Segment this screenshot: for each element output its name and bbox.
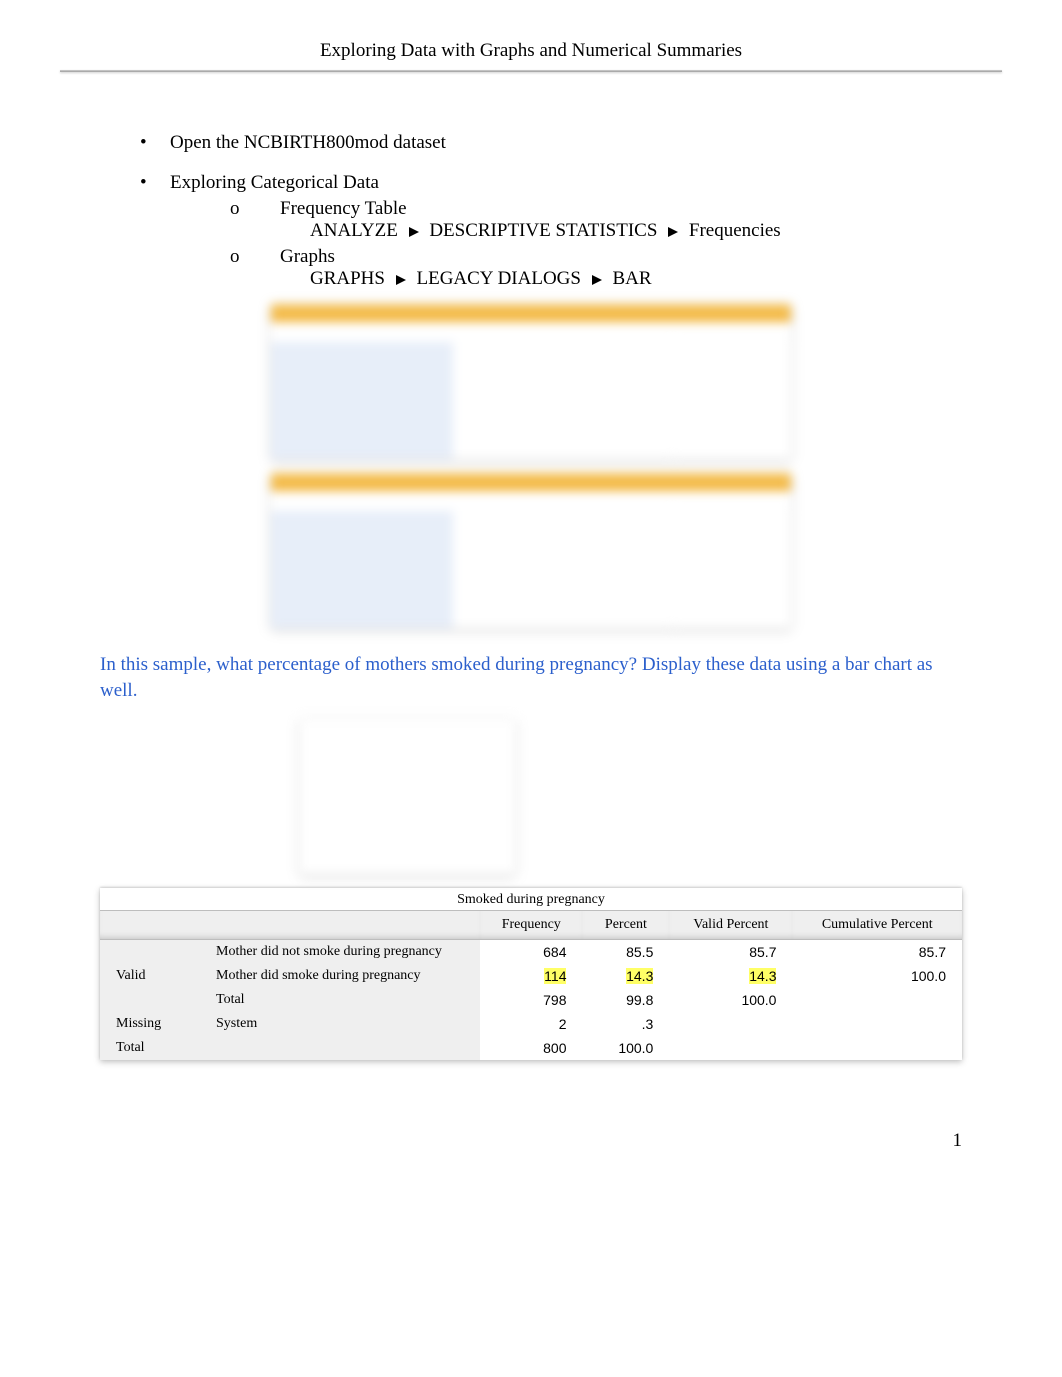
col-blank <box>100 911 480 940</box>
bullet-open-dataset-text: Open the NCBIRTH800mod dataset <box>170 132 446 154</box>
bar-chart-thumbnail <box>300 719 515 874</box>
menu-path-bar: GRAPHS LEGACY DIALOGS BAR <box>310 268 962 290</box>
table-header-row: Frequency Percent Valid Percent Cumulati… <box>100 911 962 940</box>
col-cumulative-percent: Cumulative Percent <box>792 911 962 940</box>
frequency-table: Smoked during pregnancy Frequency Percen… <box>100 888 962 1060</box>
bullet-open-dataset: • Open the NCBIRTH800mod dataset <box>140 132 962 154</box>
page-title: Exploring Data with Graphs and Numerical… <box>0 40 1062 70</box>
page-number: 1 <box>0 1130 962 1152</box>
table-row: Total 798 99.8 100.0 <box>100 988 962 1012</box>
highlighted-value: 14.3 <box>749 968 776 984</box>
arrow-icon <box>409 227 419 237</box>
cell-vpct-highlight: 14.3 <box>669 964 792 988</box>
highlighted-value: 114 <box>544 968 566 984</box>
missing-group-label: Missing <box>100 1012 200 1036</box>
arrow-icon <box>668 227 678 237</box>
cell-freq: 800 <box>480 1036 582 1060</box>
spss-analyze-menu-screenshot <box>271 304 791 459</box>
valid-group-label: Valid <box>100 940 200 1013</box>
bullet-exploring-categorical-text: Exploring Categorical Data <box>170 172 379 194</box>
col-valid-percent: Valid Percent <box>669 911 792 940</box>
table-row: Total 800 100.0 <box>100 1036 962 1060</box>
cat-valid-total: Total <box>200 988 480 1012</box>
cell-vpct: 100.0 <box>669 988 792 1012</box>
subbullet-frequency-table-text: Frequency Table <box>280 198 407 220</box>
cell-freq: 684 <box>480 940 582 965</box>
menu-graphs: GRAPHS <box>310 268 385 289</box>
question-text: In this sample, what percentage of mothe… <box>100 652 962 703</box>
table-row: Mother did smoke during pregnancy 114 14… <box>100 964 962 988</box>
menu-path-frequencies: ANALYZE DESCRIPTIVE STATISTICS Frequenci… <box>310 220 962 242</box>
menu-bar: BAR <box>612 268 651 289</box>
arrow-icon <box>396 275 406 285</box>
col-frequency: Frequency <box>480 911 582 940</box>
subbullet-frequency-table: o Frequency Table <box>230 198 962 220</box>
document-body: • Open the NCBIRTH800mod dataset • Explo… <box>100 132 962 1060</box>
col-percent: Percent <box>582 911 669 940</box>
table-row: Valid Mother did not smoke during pregna… <box>100 940 962 965</box>
frequency-table-title: Smoked during pregnancy <box>100 888 962 910</box>
subbullet-graphs: o Graphs <box>230 246 962 268</box>
cell-pct: 100.0 <box>582 1036 669 1060</box>
highlighted-value: 14.3 <box>626 968 653 984</box>
cell-freq: 798 <box>480 988 582 1012</box>
table-row: Missing System 2 .3 <box>100 1012 962 1036</box>
cell-pct-highlight: 14.3 <box>582 964 669 988</box>
cell-freq-highlight: 114 <box>480 964 582 988</box>
cell-freq: 2 <box>480 1012 582 1036</box>
header-divider <box>60 70 1002 72</box>
cell-pct: 99.8 <box>582 988 669 1012</box>
arrow-icon <box>592 275 602 285</box>
cell-vpct <box>669 1036 792 1060</box>
cell-cpct <box>792 1012 962 1036</box>
total-group-label: Total <box>100 1036 200 1060</box>
menu-legacy-dialogs: LEGACY DIALOGS <box>416 268 580 289</box>
menu-analyze: ANALYZE <box>310 220 398 241</box>
cat-did-smoke: Mother did smoke during pregnancy <box>200 964 480 988</box>
cat-blank <box>200 1036 480 1060</box>
cell-pct: .3 <box>582 1012 669 1036</box>
bullet-dot-icon: • <box>140 132 170 154</box>
cat-system: System <box>200 1012 480 1036</box>
bullet-exploring-categorical: • Exploring Categorical Data <box>140 172 962 194</box>
cell-cpct <box>792 1036 962 1060</box>
menu-frequencies: Frequencies <box>689 220 781 241</box>
menu-descriptive-stats: DESCRIPTIVE STATISTICS <box>429 220 657 241</box>
cat-did-not-smoke: Mother did not smoke during pregnancy <box>200 940 480 965</box>
cell-cpct <box>792 988 962 1012</box>
subbullet-graphs-text: Graphs <box>280 246 335 268</box>
frequency-table-grid: Frequency Percent Valid Percent Cumulati… <box>100 910 962 1060</box>
subbullet-o-icon: o <box>230 246 280 268</box>
bullet-dot-icon: • <box>140 172 170 194</box>
cell-cpct: 100.0 <box>792 964 962 988</box>
spss-graphs-menu-screenshot <box>271 473 791 628</box>
cell-vpct: 85.7 <box>669 940 792 965</box>
cell-vpct <box>669 1012 792 1036</box>
cell-pct: 85.5 <box>582 940 669 965</box>
subbullet-o-icon: o <box>230 198 280 220</box>
cell-cpct: 85.7 <box>792 940 962 965</box>
